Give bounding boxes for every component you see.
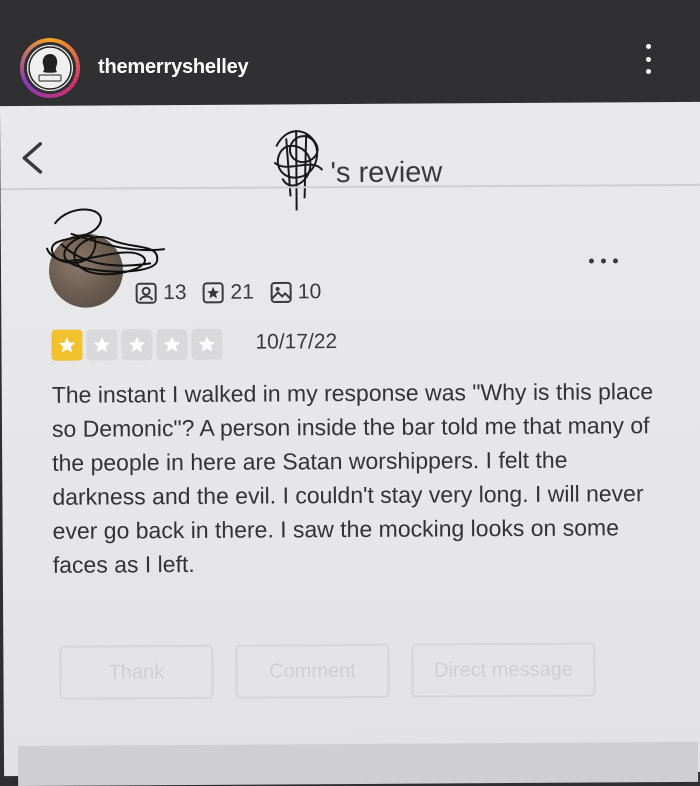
star-empty-icon — [121, 329, 153, 361]
star-empty-icon — [156, 328, 188, 361]
thank-button[interactable]: Thank — [59, 644, 214, 700]
profile-avatar[interactable] — [20, 38, 80, 98]
friends-stat: 13 — [135, 281, 187, 305]
instagram-post-header: themerryshelley — [0, 0, 700, 118]
review-screen: 's review 13 21 10 10/17/22 The instant … — [0, 101, 700, 786]
photos-stat: 10 — [270, 280, 322, 304]
review-text: The instant I walked in my response was … — [51, 378, 654, 578]
star-empty-icon — [86, 329, 118, 361]
more-options-icon[interactable] — [636, 42, 660, 76]
star-review-icon — [202, 282, 225, 304]
review-date: 10/17/22 — [255, 330, 338, 354]
reviews-count: 21 — [230, 280, 254, 304]
scribble-redaction-icon — [273, 130, 324, 211]
bottom-edge — [17, 741, 699, 786]
star-empty-icon — [191, 328, 223, 360]
avatar-inner — [24, 42, 76, 94]
reviewer-block[interactable] — [41, 203, 182, 324]
more-options-icon[interactable] — [588, 258, 618, 264]
star-rating — [51, 328, 223, 361]
friends-icon — [135, 282, 157, 304]
direct-message-button[interactable]: Direct message — [411, 642, 596, 698]
page-title: 's review — [266, 130, 442, 212]
friends-count: 13 — [163, 281, 187, 305]
comment-button[interactable]: Comment — [235, 643, 390, 699]
photo-icon — [270, 281, 292, 303]
chevron-left-icon[interactable] — [18, 140, 48, 176]
review-actions: Thank Comment Direct message — [59, 642, 596, 700]
photos-count: 10 — [297, 280, 322, 304]
star-filled-icon — [51, 329, 83, 361]
merry-shelley-logo-icon — [27, 45, 73, 91]
reviews-stat: 21 — [202, 281, 254, 305]
reviewer-stats: 13 21 10 — [135, 280, 337, 305]
post-username[interactable]: themerryshelley — [98, 56, 249, 79]
